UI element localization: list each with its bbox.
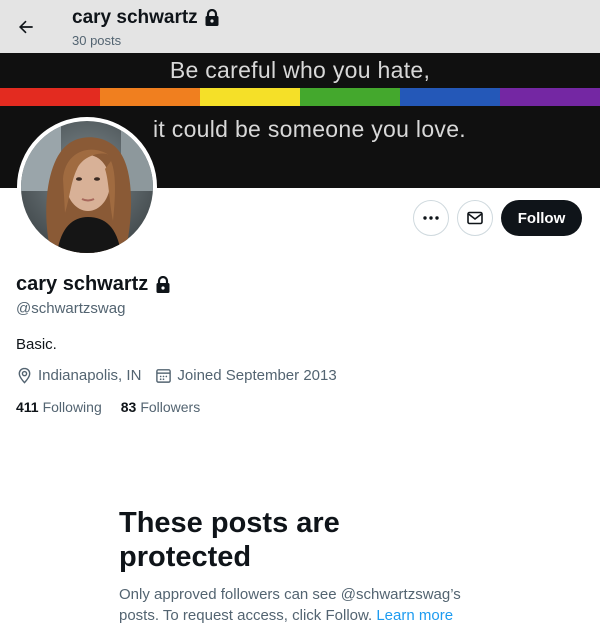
rainbow-band: [200, 88, 300, 106]
back-button[interactable]: [10, 11, 42, 43]
calendar-icon: [156, 369, 172, 383]
followers-link[interactable]: 83 Followers: [121, 399, 200, 415]
display-name: cary schwartz: [16, 273, 149, 295]
location-pin-icon: [18, 367, 31, 384]
protected-message: Only approved followers can see @schwart…: [119, 584, 479, 626]
rainbow-band: [300, 88, 400, 106]
post-count: 30 posts: [72, 33, 122, 48]
protected-title: These posts are protected: [119, 507, 340, 573]
header-title: cary schwartz: [72, 7, 198, 28]
banner-text-line1: Be careful who you hate,: [169, 57, 431, 83]
follow-stats: 411 Following 83 Followers: [16, 399, 219, 415]
rainbow-band: [100, 88, 200, 106]
envelope-icon: [467, 211, 483, 225]
joined-text: Joined September 2013: [177, 367, 337, 384]
more-dots-icon: [423, 216, 439, 220]
following-count: 411: [16, 399, 39, 415]
avatar[interactable]: [17, 117, 157, 257]
following-label: Following: [42, 399, 102, 415]
rainbow-band: [400, 88, 500, 106]
user-handle: @schwartzswag: [16, 300, 126, 317]
profile-photo: [21, 121, 153, 253]
profile-bio: Basic.: [16, 336, 57, 353]
top-bar: cary schwartz 30 posts: [0, 0, 600, 53]
more-options-button[interactable]: [413, 200, 449, 236]
display-name-row: cary schwartz: [16, 273, 171, 296]
banner-rainbow-stripe: [0, 88, 600, 106]
followers-label: Followers: [140, 399, 201, 415]
rainbow-band: [0, 88, 100, 106]
follow-button[interactable]: Follow: [501, 200, 582, 236]
message-button[interactable]: [457, 200, 493, 236]
lock-icon: [156, 275, 170, 293]
header-title-row: cary schwartz: [72, 7, 220, 29]
followers-count: 83: [120, 399, 137, 415]
location-text: Indianapolis, IN: [38, 367, 142, 384]
banner-text-line2: it could be someone you love.: [153, 116, 467, 142]
following-link[interactable]: 411 Following: [16, 399, 102, 415]
arrow-left-icon: [19, 20, 33, 34]
joined-item: Joined September 2013: [155, 367, 337, 384]
rainbow-band: [500, 88, 600, 106]
location-item: Indianapolis, IN: [16, 367, 141, 384]
profile-meta: Indianapolis, IN Joined September 2013: [16, 367, 351, 384]
lock-icon: [205, 9, 219, 26]
learn-more-link[interactable]: Learn more: [376, 607, 453, 624]
